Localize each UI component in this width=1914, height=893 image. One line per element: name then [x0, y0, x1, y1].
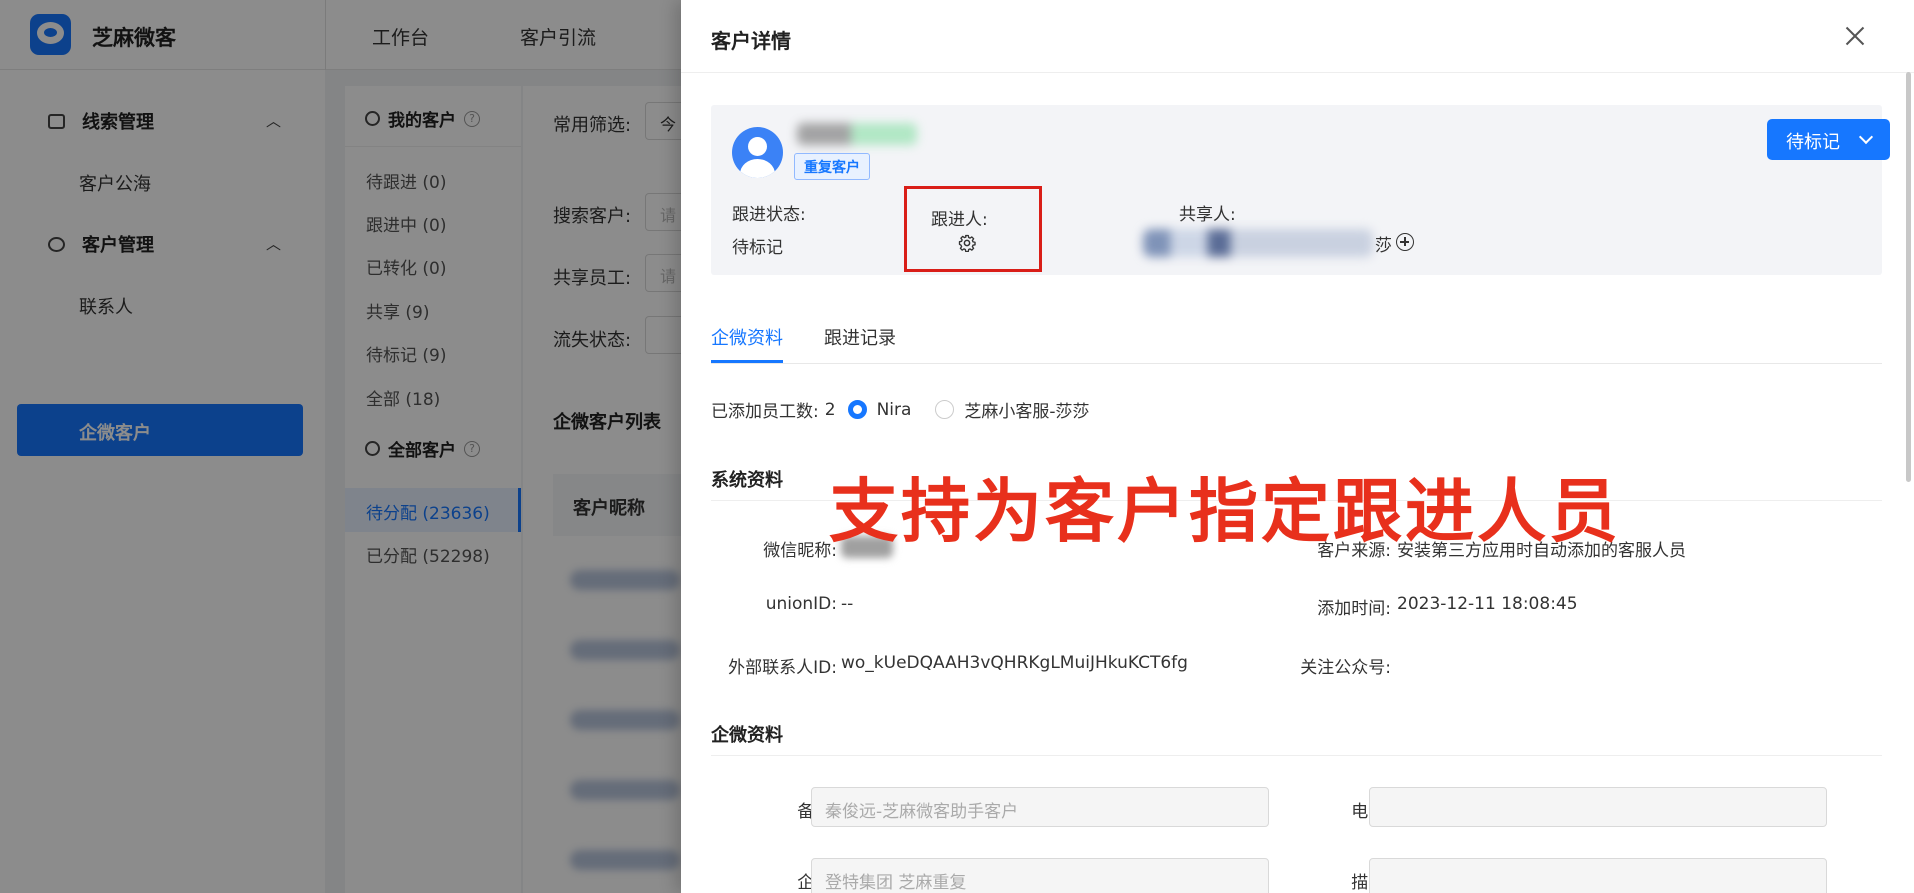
radio-zhima-service-label[interactable]: 芝麻小客服-莎莎: [964, 397, 1089, 422]
customer-name-redacted: [797, 123, 917, 145]
tab-wecom-profile[interactable]: 企微资料: [711, 324, 783, 350]
gear-icon[interactable]: [958, 234, 976, 252]
status-button-label: 待标记: [1786, 132, 1840, 153]
follow-status-value: 待标记: [732, 238, 783, 258]
sharer-name-suffix: 莎: [1375, 236, 1392, 256]
section-divider: [711, 755, 1882, 756]
customer-detail-drawer: 客户详情 重复客户 待标记 跟进状态: 待标记 跟进人: 共享人: 莎 企微资料…: [681, 0, 1914, 893]
wecom-info-title: 企微资料: [711, 725, 783, 746]
union-id-label: unionID:: [765, 594, 837, 614]
remark-field[interactable]: 秦俊远-芝麻微客助手客户: [811, 787, 1269, 827]
drawer-scrollbar[interactable]: [1906, 72, 1911, 482]
follow-oa-label: 关注公众号:: [1300, 658, 1391, 678]
radio-zhima-service[interactable]: [935, 400, 955, 419]
external-contact-id-label: 外部联系人ID:: [728, 658, 837, 678]
sharer-list-redacted: [1143, 229, 1373, 257]
drawer-header: 客户详情: [681, 0, 1914, 73]
status-dropdown-button[interactable]: 待标记: [1767, 119, 1890, 160]
sharer-label: 共享人:: [1179, 205, 1236, 225]
add-sharer-icon[interactable]: [1396, 233, 1414, 251]
external-contact-id-value: wo_kUeDQAAH3vQHRKgLMuiJHkuKCT6fg: [841, 653, 1188, 673]
tab-divider: [711, 363, 1882, 364]
radio-nira-label[interactable]: Nira: [877, 400, 912, 420]
customer-summary-card: 重复客户 待标记 跟进状态: 待标记 跟进人: 共享人: 莎: [711, 105, 1890, 275]
tab-follow-records[interactable]: 跟进记录: [824, 324, 896, 350]
add-time-label: 添加时间:: [1317, 599, 1391, 619]
drawer-title: 客户详情: [711, 29, 791, 53]
system-info-title: 系统资料: [711, 470, 783, 491]
avatar: [732, 127, 783, 178]
follow-status-label: 跟进状态:: [732, 205, 806, 225]
radio-nira[interactable]: [847, 400, 867, 419]
staff-added-label: 已添加员工数:: [711, 402, 819, 422]
promo-annotation: 支持为客户指定跟进人员: [829, 472, 1621, 552]
duplicate-customer-tag: 重复客户: [794, 153, 870, 180]
add-time-value: 2023-12-11 18:08:45: [1397, 594, 1578, 614]
wechat-nick-label: 微信昵称:: [763, 541, 837, 561]
chevron-down-icon: [1858, 129, 1874, 145]
union-id-value: --: [841, 594, 854, 614]
phone-field[interactable]: [1369, 787, 1827, 827]
follower-label: 跟进人:: [931, 210, 988, 230]
description-field[interactable]: [1369, 858, 1827, 893]
staff-added-row: 已添加员工数: 2 Nira 芝麻小客服-莎莎: [711, 397, 1090, 423]
company-field[interactable]: 登特集团 芝麻重复: [811, 858, 1269, 893]
staff-added-count: 2: [824, 399, 836, 420]
close-icon[interactable]: [1842, 23, 1868, 49]
